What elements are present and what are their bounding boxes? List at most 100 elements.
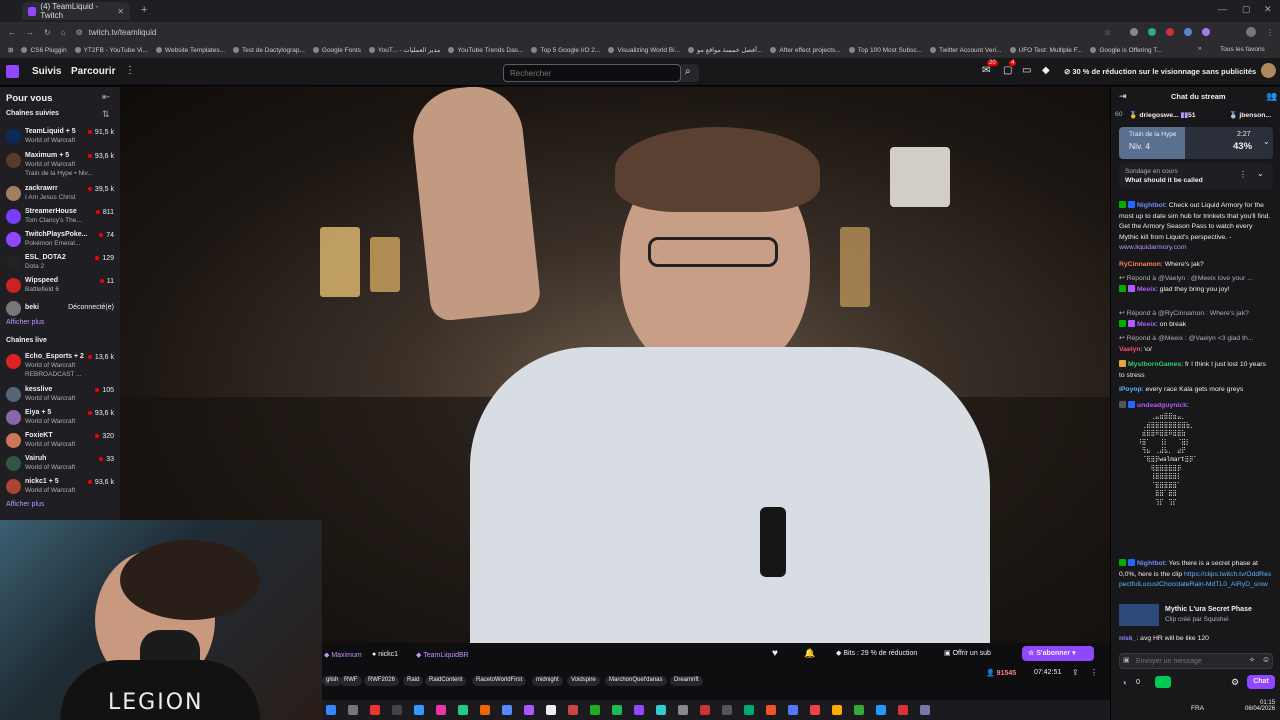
more-bookmarks-icon[interactable]: » [1198,45,1202,52]
twitch-logo-icon[interactable] [6,65,19,78]
search-input[interactable] [503,64,681,82]
more-menu-icon[interactable]: ⋮ [125,65,135,76]
apps-icon[interactable]: ⊞ [8,46,13,54]
sidebar-channel[interactable]: zackrawrr I Am Jesus Christ 39,5 k [0,184,120,206]
chat-users-icon[interactable]: 👥 [1266,91,1277,102]
bookmark[interactable]: Website Templates... [155,47,225,54]
more-options-icon[interactable]: ⋮ [1090,668,1098,677]
stream-tag[interactable]: RacetoWorldFirst [472,676,527,686]
ad-free-promo[interactable]: ⊘ 30 % de réduction sur le visionnage sa… [1064,67,1256,76]
app-icon[interactable] [348,705,358,715]
search-button[interactable]: ⌕ [681,64,699,82]
bookmark[interactable]: YT2FB - YouTube Vi... [74,47,148,54]
sidebar-channel[interactable]: Vairuh World of Warcraft 33 [0,454,120,476]
stream-tag[interactable]: RWF [340,676,362,686]
bookmark-star-icon[interactable]: ☆ [1104,28,1111,37]
sidebar-channel[interactable]: TwitchPlaysPoke... Pokémon Emeral... 74 [0,230,120,252]
bookmark[interactable]: Top 100 Most Subsc... [848,47,922,54]
clip-card[interactable]: Mythic L'ura Secret Phase Clip créé par … [1119,603,1273,627]
url-field[interactable]: twitch.tv/teamliquid [89,28,157,37]
sidebar-channel[interactable]: TeamLiquid + 5 World of Warcraft 91,5 k [0,127,120,149]
app-icon[interactable] [744,705,754,715]
bookmark[interactable]: CS6 Pluggin [21,47,67,54]
notifications-bell-icon[interactable]: 🔔 [804,648,815,659]
chevron-down-icon[interactable]: ⌄ [1257,169,1264,178]
app-icon[interactable] [568,705,578,715]
user-avatar[interactable] [1261,63,1276,78]
bookmark[interactable]: Top 5 Google I/O 2... [531,47,600,54]
stream-tag[interactable]: Raid [403,676,424,686]
nav-parcourir[interactable]: Parcourir [71,66,115,77]
bits-icon[interactable]: ◆ [1042,65,1050,76]
app-icon[interactable] [920,705,930,715]
minimize-icon[interactable]: — [1218,4,1227,14]
stream-tag[interactable]: RWF2026 [364,676,399,686]
stream-tag[interactable]: RaidContent [425,676,467,686]
extension-icon[interactable] [1202,28,1210,36]
app-icon[interactable] [414,705,424,715]
sidebar-channel[interactable]: ESL_DOTA2 Dota 2 129 [0,253,120,275]
stream-tag[interactable]: Dreamrift [670,676,703,686]
extension-icon[interactable] [1184,28,1192,36]
app-icon[interactable] [876,705,886,715]
gift-sub-button[interactable]: ▣ Offrir un sub [944,649,991,657]
bookmark[interactable]: Test de Dactylograp... [233,47,305,54]
bookmark[interactable]: Google Fonts [312,47,361,54]
whispers-icon[interactable]: ▭ [1022,65,1031,76]
sort-icon[interactable]: ⇅ [102,109,110,120]
bookmark[interactable]: Google is Offering T... [1090,47,1162,54]
chat-send-button[interactable]: Chat [1247,675,1275,689]
app-icon[interactable] [392,705,402,715]
bits-discount-button[interactable]: ◆ Bits : 29 % de réduction [836,649,917,657]
app-icon[interactable] [898,705,908,715]
all-favorites[interactable]: Tous les favoris [1220,46,1265,53]
chat-paint-icon[interactable]: ▣ [1123,656,1130,664]
input-language[interactable]: FRA [1191,705,1204,712]
app-icon[interactable] [722,705,732,715]
nav-suivis[interactable]: Suivis [32,66,61,77]
reload-icon[interactable]: ↻ [44,28,51,37]
chat-settings-icon[interactable]: ⚙ [1231,677,1239,688]
bookmark[interactable]: YouT... - مدير العمليات [368,46,440,54]
emote-icon[interactable]: ☺ [1262,655,1270,664]
collab-channel[interactable]: ◆ Maximum [324,651,362,659]
site-info-icon[interactable]: ⚙ [76,28,83,37]
app-icon[interactable] [832,705,842,715]
app-icon[interactable] [546,705,556,715]
bookmark[interactable]: YouTube Trends Das... [448,47,523,54]
extension-icon[interactable] [1130,28,1138,36]
home-icon[interactable]: ⌂ [61,28,66,37]
app-icon[interactable] [634,705,644,715]
follow-heart-icon[interactable]: ♥ [772,648,778,659]
subscribe-button[interactable]: ☆ S'abonner ▾ [1022,646,1094,661]
sidebar-channel[interactable]: StreamerHouse Tom Clancy's The... 811 [0,207,120,229]
maximize-icon[interactable]: ▢ [1242,4,1251,15]
sidebar-channel[interactable]: Maximum + 5 World of Warcraft Train de l… [0,151,120,181]
back-icon[interactable]: ← [8,28,16,37]
inbox-icon[interactable]: ✉ [982,65,990,76]
poll-more-icon[interactable]: ⋮ [1239,170,1247,179]
new-tab-icon[interactable]: + [141,4,147,16]
app-icon[interactable] [436,705,446,715]
app-icon[interactable] [524,705,534,715]
chevron-down-icon[interactable]: ⌄ [1263,137,1270,146]
leaderboard-user[interactable]: 🥇 driegoswe... ▮▮51 [1129,111,1196,119]
share-icon[interactable]: ⇪ [1072,668,1079,677]
collapse-chat-icon[interactable]: ⇥ [1119,91,1127,102]
app-icon[interactable] [590,705,600,715]
sidebar-channel[interactable]: beki Déconnecté(e) [0,299,120,321]
bookmark[interactable]: Twitter Account Veri... [930,47,1002,54]
close-window-icon[interactable]: ✕ [1264,4,1272,15]
channel-points-icon[interactable]: ◐ [1123,678,1128,687]
stream-tag[interactable]: midnight [532,676,563,686]
app-icon[interactable] [810,705,820,715]
collab-channel[interactable]: ◆ TeamLiquidBR [416,651,469,659]
forward-icon[interactable]: → [26,28,34,37]
browser-tab[interactable]: (4) TeamLiquid - Twitch ✕ [22,2,130,20]
sidebar-channel[interactable]: Wipspeed Battlefield 6 11 [0,276,120,298]
bookmark[interactable]: Visualizing World Bi... [608,47,680,54]
app-icon[interactable] [656,705,666,715]
bookmark[interactable]: UFO Test: Multiple F... [1009,47,1082,54]
hype-train[interactable]: Train de la Hype Niv. 4 2:27 43% ⌄ [1119,127,1273,159]
stream-tag[interactable]: Voidspire [567,676,600,686]
